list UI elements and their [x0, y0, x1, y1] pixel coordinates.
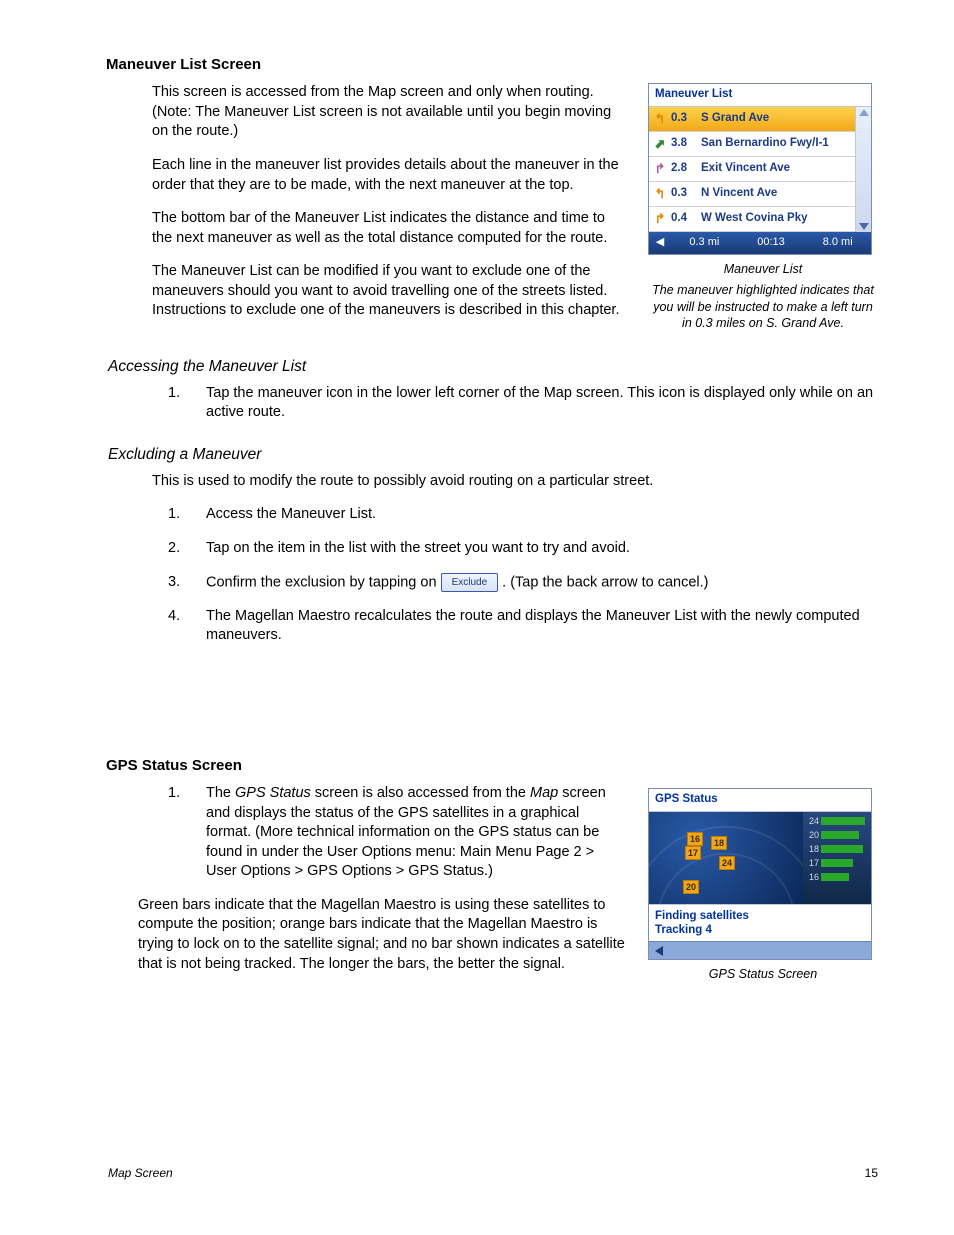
satellite-id: 18	[805, 843, 821, 855]
step-number: 2.	[168, 539, 206, 559]
paragraph: Green bars indicate that the Magellan Ma…	[138, 896, 628, 974]
maneuver-list-figure: Maneuver List ↰0.3S Grand Ave⬈3.8San Ber…	[648, 83, 872, 255]
next-distance: 0.3 mi	[671, 235, 738, 250]
paragraph: This screen is accessed from the Map scr…	[152, 83, 620, 142]
signal-bar-row: 18	[805, 843, 869, 855]
back-icon[interactable]	[655, 946, 663, 956]
maneuver-street: Exit Vincent Ave	[701, 161, 855, 177]
scrollbar[interactable]	[855, 107, 871, 232]
back-icon[interactable]: ◀	[649, 235, 671, 250]
maneuver-row[interactable]: ↰0.3N Vincent Ave	[649, 182, 855, 207]
signal-bar-row: 17	[805, 857, 869, 869]
signal-bar	[821, 845, 863, 853]
scroll-down-icon[interactable]	[859, 223, 869, 230]
step-number: 1.	[168, 384, 206, 423]
heading-excluding-maneuver: Excluding a Maneuver	[108, 445, 878, 466]
gps-globe: 1617 18 24 20	[649, 812, 803, 904]
signal-bar-row: 24	[805, 815, 869, 827]
step-text: Confirm the exclusion by tapping on Excl…	[206, 573, 878, 593]
heading-accessing-maneuver-list: Accessing the Maneuver List	[108, 357, 878, 378]
step-number: 1.	[168, 505, 206, 525]
paragraph: The Maneuver List can be modified if you…	[152, 262, 620, 321]
maneuver-distance: 0.4	[671, 211, 701, 227]
turn-icon: ↱	[649, 210, 671, 228]
step-number: 4.	[168, 607, 206, 646]
step-number: 3.	[168, 573, 206, 593]
signal-bar-row: 16	[805, 871, 869, 883]
maneuver-distance: 0.3	[671, 111, 701, 127]
turn-icon: ⬈	[649, 135, 671, 153]
gps-status-title: GPS Status	[649, 789, 871, 812]
paragraph: The bottom bar of the Maneuver List indi…	[152, 209, 620, 248]
scroll-up-icon[interactable]	[859, 109, 869, 116]
gps-bottom-bar	[649, 941, 871, 959]
turn-icon: ↱	[649, 160, 671, 178]
heading-maneuver-list-screen: Maneuver List Screen	[106, 55, 878, 75]
gps-signal-bars: 24 20 18 17 16	[803, 812, 871, 904]
step-text: The Magellan Maestro recalculates the ro…	[206, 607, 878, 646]
time-to-next: 00:13	[738, 235, 805, 250]
satellite-marker: 17	[685, 846, 701, 860]
signal-bar	[821, 873, 849, 881]
signal-bar	[821, 817, 865, 825]
satellite-marker: 16	[687, 832, 703, 846]
satellite-marker: 20	[683, 880, 699, 894]
maneuver-list-title: Maneuver List	[649, 84, 871, 107]
satellite-id: 16	[805, 871, 821, 883]
maneuver-row[interactable]: ↱0.4W West Covina Pky	[649, 207, 855, 232]
exclude-button[interactable]: Exclude	[441, 573, 499, 593]
signal-bar-row: 20	[805, 829, 869, 841]
maneuver-row[interactable]: ↱2.8Exit Vincent Ave	[649, 157, 855, 182]
signal-bar	[821, 859, 853, 867]
gps-status-message: Finding satellites Tracking 4	[649, 904, 871, 942]
step-text: Tap the maneuver icon in the lower left …	[206, 384, 878, 423]
footer-section-name: Map Screen	[108, 1165, 173, 1181]
total-distance: 8.0 mi	[804, 235, 871, 250]
maneuver-street: S Grand Ave	[701, 111, 855, 127]
footer-page-number: 15	[865, 1165, 878, 1181]
step-text: Tap on the item in the list with the str…	[206, 539, 878, 559]
turn-icon: ↰	[649, 185, 671, 203]
signal-bar	[821, 831, 859, 839]
step-text: The GPS Status screen is also accessed f…	[206, 784, 628, 882]
heading-gps-status-screen: GPS Status Screen	[106, 756, 878, 776]
maneuver-row[interactable]: ⬈3.8San Bernardino Fwy/I-1	[649, 132, 855, 157]
satellite-marker: 24	[719, 856, 735, 870]
maneuver-distance: 3.8	[671, 136, 701, 152]
maneuver-street: N Vincent Ave	[701, 186, 855, 202]
maneuver-bottom-bar: ◀ 0.3 mi 00:13 8.0 mi	[649, 232, 871, 254]
page-footer: Map Screen 15	[108, 1165, 878, 1181]
gps-status-figure: GPS Status 1617182420 2420181716 Finding…	[648, 788, 872, 960]
turn-icon: ↰	[649, 110, 671, 128]
satellite-id: 24	[805, 815, 821, 827]
satellite-id: 17	[805, 857, 821, 869]
figure-caption: GPS Status Screen	[648, 966, 878, 983]
paragraph: This is used to modify the route to poss…	[152, 472, 878, 492]
step-text: Access the Maneuver List.	[206, 505, 878, 525]
paragraph: Each line in the maneuver list provides …	[152, 156, 620, 195]
maneuver-street: San Bernardino Fwy/I-1	[701, 136, 855, 152]
step-number: 1.	[168, 784, 206, 882]
figure-caption: Maneuver List	[648, 261, 878, 278]
maneuver-row[interactable]: ↰0.3S Grand Ave	[649, 107, 855, 132]
maneuver-street: W West Covina Pky	[701, 211, 855, 227]
maneuver-distance: 0.3	[671, 186, 701, 202]
satellite-id: 20	[805, 829, 821, 841]
satellite-marker: 18	[711, 836, 727, 850]
maneuver-distance: 2.8	[671, 161, 701, 177]
figure-note: The maneuver highlighted indicates that …	[648, 282, 878, 333]
